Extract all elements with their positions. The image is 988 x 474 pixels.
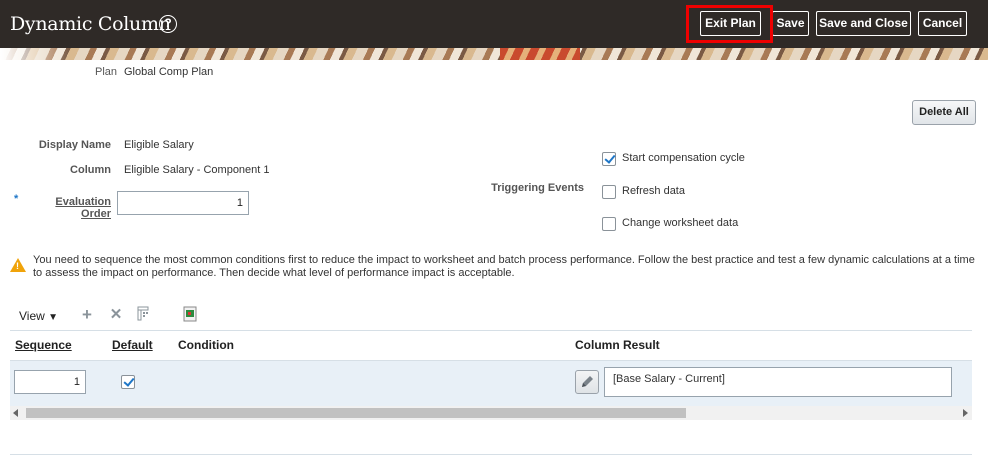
change-worksheet-data-label: Change worksheet data [622, 217, 739, 229]
add-icon[interactable]: + [78, 306, 96, 324]
scroll-right-icon[interactable] [963, 409, 968, 417]
help-icon[interactable]: ? [159, 15, 177, 33]
decorative-banner [0, 48, 988, 60]
column-header-default[interactable]: Default [112, 338, 153, 352]
edit-expression-button[interactable] [575, 370, 599, 394]
warning-icon: ! [10, 258, 26, 272]
refresh-data-label: Refresh data [622, 185, 685, 197]
start-compensation-cycle-label: Start compensation cycle [622, 152, 745, 164]
required-marker: * [14, 193, 19, 205]
horizontal-scrollbar[interactable] [10, 406, 972, 420]
plan-value: Global Comp Plan [124, 66, 214, 78]
start-compensation-cycle-checkbox[interactable] [602, 152, 616, 166]
display-name-value: Eligible Salary [124, 139, 194, 151]
column-header-sequence[interactable]: Sequence [15, 338, 72, 352]
view-menu[interactable]: View ▼ [19, 309, 58, 323]
change-worksheet-data-checkbox[interactable] [602, 217, 616, 231]
delete-icon[interactable]: ✕ [107, 306, 125, 324]
sequence-input[interactable]: 1 [14, 370, 86, 394]
column-value: Eligible Salary - Component 1 [124, 164, 270, 176]
refresh-data-checkbox[interactable] [602, 185, 616, 199]
export-to-excel-icon[interactable] [181, 306, 199, 324]
column-header-condition: Condition [178, 338, 234, 352]
scrollbar-thumb[interactable] [26, 408, 686, 418]
cancel-button[interactable]: Cancel [918, 11, 967, 36]
pencil-icon [582, 376, 593, 387]
view-menu-label: View [19, 309, 45, 323]
scroll-left-icon[interactable] [13, 409, 18, 417]
page-header: Dynamic Column ? Exit Plan Save Save and… [0, 0, 988, 48]
warning-message: You need to sequence the most common con… [33, 254, 975, 279]
column-header-column-result: Column Result [575, 338, 660, 352]
page-title: Dynamic Column [10, 13, 171, 35]
delete-all-button[interactable]: Delete All [912, 100, 976, 125]
highlight-annotation [686, 5, 773, 43]
column-result-textarea[interactable]: [Base Salary - Current] [604, 367, 952, 397]
chevron-down-icon: ▼ [48, 312, 59, 323]
save-and-close-button[interactable]: Save and Close [816, 11, 911, 36]
evaluation-order-input[interactable]: 1 [117, 191, 249, 215]
default-checkbox[interactable] [121, 375, 135, 389]
freeze-icon[interactable] [136, 306, 154, 324]
evaluation-order-label: Evaluation Order [55, 196, 111, 220]
plan-label: Plan [95, 66, 118, 78]
table-bottom-divider [10, 454, 972, 455]
table-divider [10, 330, 972, 331]
display-name-label: Display Name [38, 139, 111, 151]
save-button[interactable]: Save [772, 11, 809, 36]
triggering-events-label: Triggering Events [491, 182, 584, 194]
column-label: Column [70, 164, 111, 176]
